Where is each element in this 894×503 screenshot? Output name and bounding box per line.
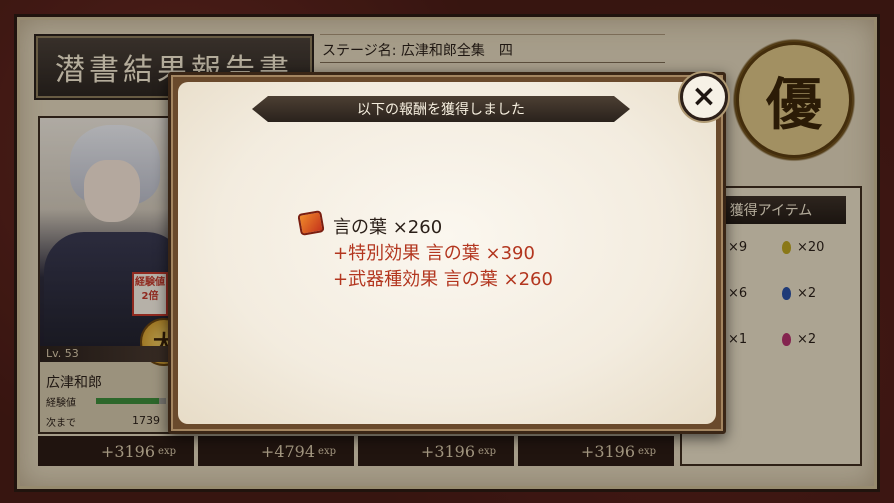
reward-bonus-weapon: +武器種効果 言の葉 ×260 [333,269,553,290]
reward-modal-title: 以下の報酬を獲得しました [252,96,630,122]
reward-bonus-special: +特別効果 言の葉 ×390 [333,243,535,264]
close-button[interactable]: × [680,73,728,121]
close-icon: × [691,79,717,114]
kotonoha-icon [297,210,325,236]
reward-main-line: 言の葉 ×260 [333,217,443,238]
